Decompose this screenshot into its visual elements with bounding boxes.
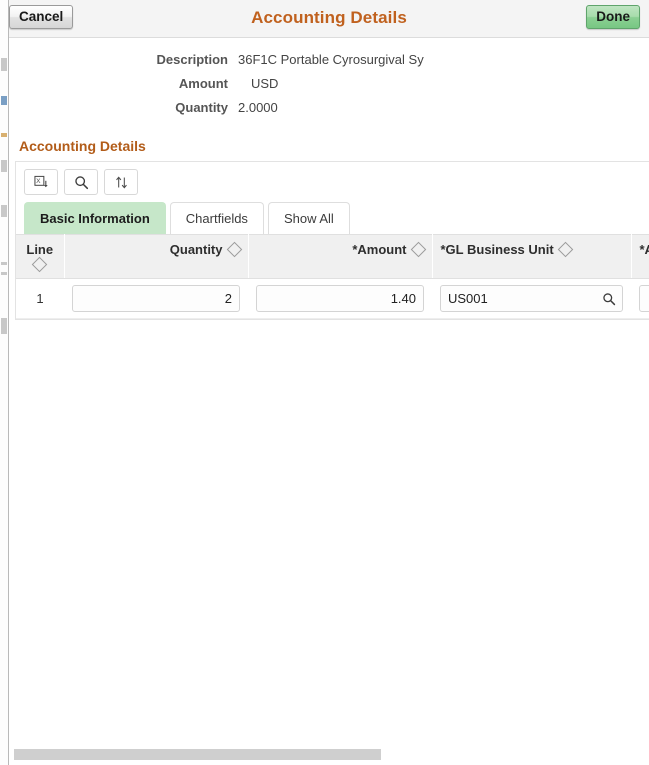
- column-header-account[interactable]: *A: [631, 234, 649, 279]
- sort-icon: [114, 175, 129, 190]
- done-button[interactable]: Done: [586, 5, 640, 29]
- column-header-line[interactable]: Line: [16, 234, 65, 279]
- tab-show-all[interactable]: Show All: [267, 202, 350, 234]
- sort-indicator-icon[interactable]: [226, 241, 242, 258]
- column-header-quantity-label: Quantity: [169, 242, 223, 257]
- underlay-speck: [1, 96, 7, 105]
- sort-indicator-icon[interactable]: [557, 241, 573, 258]
- amount-label: Amount: [178, 76, 228, 91]
- info-row-quantity: Quantity 2.0000: [9, 100, 649, 115]
- grid-toolbar: X: [16, 162, 649, 202]
- description-value: 36F1C Portable Cyrosurgival Sy: [238, 52, 424, 67]
- sort-indicator-icon[interactable]: [410, 241, 426, 258]
- underlay-speck: [1, 272, 7, 275]
- column-header-account-label: *A: [639, 242, 649, 257]
- underlay-speck: [1, 160, 7, 172]
- modal-titlebar: Cancel Accounting Details Done: [9, 0, 649, 38]
- download-to-excel-icon: X: [33, 175, 49, 190]
- info-row-amount: Amount USD: [9, 76, 649, 91]
- table-row: 1: [16, 278, 649, 319]
- info-row-description: Description 36F1C Portable Cyrosurgival …: [9, 52, 649, 67]
- horizontal-scrollbar-thumb[interactable]: [14, 749, 381, 760]
- table-header-row: Line Quantity *Amount *GL Business Unit …: [16, 234, 649, 279]
- description-label: Description: [156, 52, 228, 67]
- gl-business-unit-input[interactable]: [440, 285, 623, 312]
- amount-currency-value: USD: [251, 76, 279, 91]
- cell-line-number: 1: [16, 278, 64, 319]
- quantity-input[interactable]: [72, 285, 240, 312]
- table-header: Line Quantity *Amount *GL Business Unit …: [16, 234, 649, 279]
- column-header-gl-business-unit[interactable]: *GL Business Unit: [432, 234, 632, 279]
- tab-basic-information[interactable]: Basic Information: [24, 202, 166, 234]
- sort-indicator-icon[interactable]: [31, 256, 48, 273]
- column-header-amount[interactable]: *Amount: [248, 234, 433, 279]
- find-button[interactable]: [64, 169, 98, 195]
- cell-quantity: [64, 278, 248, 319]
- account-input[interactable]: [639, 285, 649, 312]
- svg-text:X: X: [36, 178, 41, 185]
- page-title: Accounting Details: [251, 8, 407, 27]
- download-to-excel-button[interactable]: X: [24, 169, 58, 195]
- underlay-speck: [1, 262, 7, 265]
- grid-tab-strip: Basic Information Chartfields Show All: [16, 202, 649, 234]
- column-header-gl-business-unit-label: *GL Business Unit: [440, 242, 554, 257]
- quantity-label: Quantity: [175, 100, 228, 115]
- accounting-details-modal: Cancel Accounting Details Done Descripti…: [9, 0, 649, 765]
- gl-business-unit-lookup-wrapper: [440, 285, 623, 312]
- accounting-details-grid-panel: X Basic Information Chartfields Show All…: [15, 161, 649, 320]
- underlay-speck: [1, 205, 7, 217]
- underlying-page-sliver: [0, 0, 9, 765]
- quantity-value: 2.0000: [238, 100, 278, 115]
- horizontal-scrollbar[interactable]: [14, 749, 649, 760]
- section-title: Accounting Details: [19, 138, 146, 154]
- lookup-search-icon[interactable]: [602, 292, 616, 306]
- tab-chartfields[interactable]: Chartfields: [169, 202, 264, 234]
- column-header-amount-label: *Amount: [352, 242, 407, 257]
- header-info-block: Description 36F1C Portable Cyrosurgival …: [9, 38, 649, 115]
- column-header-line-label: Line: [26, 242, 54, 257]
- underlay-speck: [1, 318, 7, 334]
- underlay-speck: [1, 133, 7, 137]
- cell-gl-business-unit: [432, 278, 631, 319]
- amount-input[interactable]: [256, 285, 424, 312]
- cell-account: [631, 278, 649, 319]
- table-body: 1: [16, 278, 649, 319]
- accounting-lines-table: Line Quantity *Amount *GL Business Unit …: [16, 234, 649, 319]
- underlay-speck: [1, 58, 7, 71]
- search-icon: [74, 175, 89, 190]
- sort-button[interactable]: [104, 169, 138, 195]
- column-header-quantity[interactable]: Quantity: [64, 234, 249, 279]
- cell-amount: [248, 278, 432, 319]
